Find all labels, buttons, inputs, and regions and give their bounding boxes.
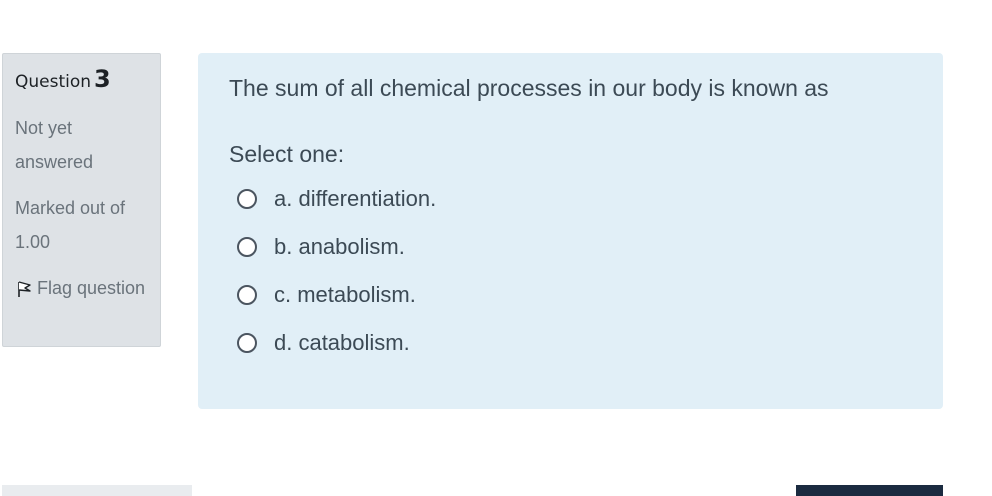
flag-question-label: Flag question xyxy=(37,278,146,298)
question-info-panel: Question 3 Not yet answered Marked out of… xyxy=(2,53,161,347)
flag-icon xyxy=(15,276,35,297)
answer-options: a. differentiation. b. anabolism. c. met… xyxy=(229,175,912,367)
question-text: The sum of all chemical processes in our… xyxy=(229,75,829,101)
radio-button-b[interactable] xyxy=(237,237,257,257)
question-number-value: 3 xyxy=(94,65,111,93)
answer-option-b[interactable]: b. anabolism. xyxy=(229,223,912,271)
next-page-button[interactable] xyxy=(796,485,943,496)
answer-option-c[interactable]: c. metabolism. xyxy=(229,271,912,319)
answer-option-label: a. differentiation. xyxy=(274,186,437,211)
select-one-prompt: Select one: xyxy=(229,141,345,167)
radio-button-d[interactable] xyxy=(237,333,257,353)
answer-option-label: c. metabolism. xyxy=(274,282,416,307)
answer-option-a[interactable]: a. differentiation. xyxy=(229,175,912,223)
question-label: Question xyxy=(15,72,92,92)
previous-page-button[interactable] xyxy=(2,485,192,496)
question-grade: Marked out of 1.00 xyxy=(15,198,126,252)
radio-button-c[interactable] xyxy=(237,285,257,305)
answer-option-label: b. anabolism. xyxy=(274,234,405,259)
quiz-page: Question 3 Not yet answered Marked out of… xyxy=(0,0,992,496)
question-content: The sum of all chemical processes in our… xyxy=(198,53,943,409)
radio-button-a[interactable] xyxy=(237,189,257,209)
question-state: Not yet answered xyxy=(15,118,94,172)
flag-question-link[interactable]: Flag question xyxy=(15,271,148,305)
answer-option-d[interactable]: d. catabolism. xyxy=(229,319,912,367)
question-number: Question 3 xyxy=(15,66,148,95)
answer-option-label: d. catabolism. xyxy=(274,330,410,355)
